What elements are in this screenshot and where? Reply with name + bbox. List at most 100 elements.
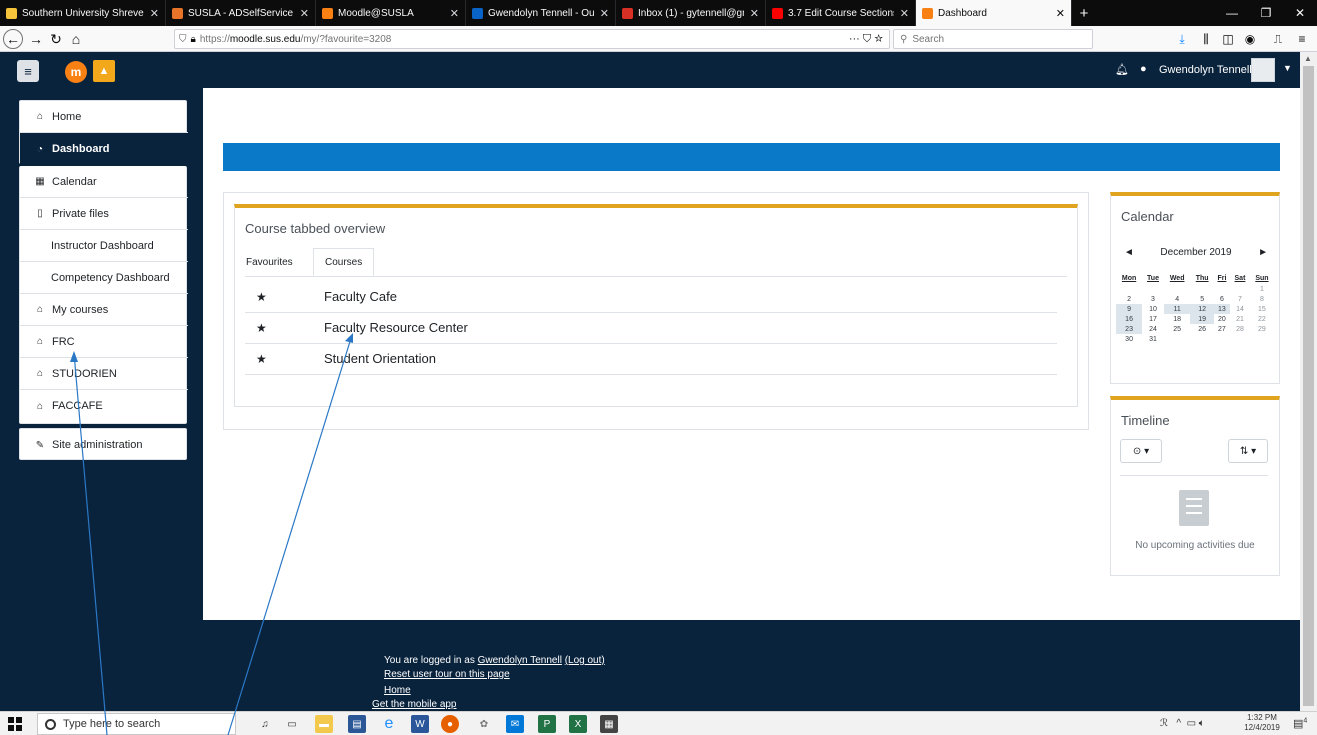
tab-favourites[interactable]: Favourites	[246, 248, 293, 276]
sidebar-item-competency-dashboard[interactable]: Competency Dashboard	[20, 262, 188, 294]
scroll-up-icon[interactable]: ▲	[1304, 54, 1312, 63]
star-icon[interactable]: ★	[256, 352, 267, 366]
close-icon[interactable]: ✕	[900, 7, 909, 20]
calendar-day[interactable]: 27	[1214, 324, 1230, 334]
user-name[interactable]: Gwendolyn Tennell	[1159, 64, 1252, 76]
drawer-toggle-button[interactable]: ≡	[17, 60, 39, 82]
firefox-icon[interactable]: ●	[441, 715, 459, 733]
task-view-icon[interactable]: ▭	[283, 715, 301, 733]
calendar-day[interactable]: 9	[1116, 304, 1143, 314]
page-scrollbar[interactable]: ▲	[1300, 52, 1317, 711]
url-bar[interactable]: ⛉ 🔒︎ https://moodle.sus.edu/my/?favourit…	[174, 29, 890, 49]
library-icon[interactable]: ⫼	[1196, 29, 1216, 49]
menu-icon[interactable]: ≡	[1292, 29, 1312, 49]
close-icon[interactable]: ✕	[300, 7, 309, 20]
minimize-icon[interactable]: —	[1215, 0, 1249, 26]
restore-icon[interactable]: ❐	[1249, 0, 1283, 26]
calendar-day[interactable]: 20	[1214, 314, 1230, 324]
account-icon[interactable]: ◉	[1240, 29, 1260, 49]
calculator-icon[interactable]: ▦	[600, 715, 618, 733]
browser-tab[interactable]: Moodle@SUSLA ✕	[316, 0, 466, 26]
excel-icon[interactable]: X	[569, 715, 587, 733]
browser-tab[interactable]: Gwendolyn Tennell - Outlook – ✕	[466, 0, 616, 26]
mobile-app-link[interactable]: Get the mobile app	[372, 699, 457, 710]
calendar-day[interactable]: 18	[1164, 314, 1191, 324]
avatar[interactable]	[1251, 58, 1275, 82]
sidebar-item-home[interactable]: ⌂ Home	[20, 101, 188, 133]
file-explorer-icon[interactable]: ▬	[315, 715, 333, 733]
calendar-day[interactable]: 23	[1116, 324, 1143, 334]
timeline-filter-button[interactable]: ⊙ ▾	[1120, 439, 1162, 463]
close-icon[interactable]: ✕	[450, 7, 459, 20]
calendar-day[interactable]: 14	[1230, 304, 1250, 314]
sidebar-item-instructor-dashboard[interactable]: Instructor Dashboard	[20, 230, 188, 262]
calendar-day[interactable]: 24	[1142, 324, 1164, 334]
browser-search-input[interactable]: ⚲ Search	[893, 29, 1093, 49]
chat-icon[interactable]: ●	[1140, 63, 1147, 75]
page-actions-icon[interactable]: ··· ⛉ ☆	[849, 33, 883, 46]
calendar-day[interactable]: 6	[1214, 294, 1230, 304]
footer-home-link[interactable]: Home	[384, 685, 411, 696]
browser-tab[interactable]: 3.7 Edit Course Sections - YouT ✕	[766, 0, 916, 26]
course-link[interactable]: Student Orientation	[324, 351, 436, 366]
star-icon[interactable]: ★	[256, 321, 267, 335]
reset-tour-link[interactable]: Reset user tour on this page	[384, 669, 510, 680]
calendar-day[interactable]: 10	[1142, 304, 1164, 314]
site-logo-icon[interactable]: ▲	[93, 60, 115, 82]
sidebar-item-studorien[interactable]: ⌂ STUDORIEN	[20, 358, 188, 390]
star-icon[interactable]: ★	[256, 290, 267, 304]
word-icon[interactable]: W	[411, 715, 429, 733]
close-icon[interactable]: ✕	[1056, 7, 1065, 20]
course-row[interactable]: ★ Student Orientation	[245, 344, 1057, 375]
calendar-day[interactable]: 21	[1230, 314, 1250, 324]
sidebar-item-frc[interactable]: ⌂ FRC	[20, 326, 188, 358]
close-icon[interactable]: ✕	[150, 7, 159, 20]
gift-icon[interactable]: ⎍	[1268, 29, 1288, 49]
new-tab-button[interactable]: +	[1072, 0, 1096, 26]
calendar-day[interactable]: 22	[1250, 314, 1274, 324]
browser-tab-active[interactable]: Dashboard ✕	[916, 0, 1072, 26]
back-arrow-icon[interactable]: ←	[3, 29, 23, 49]
home-icon[interactable]: ⌂	[66, 29, 86, 49]
sidebar-item-faccafe[interactable]: ⌂ FACCAFE	[20, 390, 188, 422]
system-tray-icons[interactable]: ℛ ^ ▭ 🔈︎	[1160, 718, 1205, 729]
windows-start-icon[interactable]	[8, 717, 22, 731]
user-profile-link[interactable]: Gwendolyn Tennell	[478, 655, 562, 666]
browser-tab[interactable]: Southern University Shrevepor ✕	[0, 0, 166, 26]
calendar-day[interactable]: 16	[1116, 314, 1143, 324]
logout-link[interactable]: (Log out)	[565, 655, 605, 666]
forward-arrow-icon[interactable]: →	[26, 29, 46, 49]
sidebar-item-site-administration[interactable]: ✎ Site administration	[20, 429, 188, 461]
moodle-logo-icon[interactable]: m	[65, 61, 87, 83]
calendar-day[interactable]: 4	[1164, 294, 1191, 304]
taskbar-clock[interactable]: 1:32 PM 12/4/2019	[1240, 713, 1284, 733]
course-row[interactable]: ★ Faculty Resource Center	[245, 313, 1057, 344]
browser-tab[interactable]: Inbox (1) - gytennell@gmail.co ✕	[616, 0, 766, 26]
close-icon[interactable]: ✕	[600, 7, 609, 20]
sidebar-toggle-icon[interactable]: ◫	[1218, 29, 1238, 49]
calendar-day[interactable]: 11	[1163, 304, 1191, 314]
notification-icon[interactable]: ▤4	[1293, 717, 1307, 730]
calendar-day[interactable]: 1	[1250, 284, 1274, 294]
sidebar-item-my-courses[interactable]: ⌂ My courses	[20, 294, 188, 326]
download-icon[interactable]: ⤓	[1172, 29, 1192, 49]
calendar-day[interactable]: 25	[1164, 324, 1191, 334]
microphone-icon[interactable]: ♫	[256, 715, 274, 733]
chevron-down-icon[interactable]: ▼	[1283, 63, 1292, 73]
calendar-day[interactable]: 17	[1142, 314, 1164, 324]
calendar-day[interactable]: 19	[1190, 314, 1214, 324]
scrollbar-thumb[interactable]	[1303, 66, 1314, 706]
timeline-sort-button[interactable]: ⇅ ▾	[1228, 439, 1268, 463]
browser-tab[interactable]: SUSLA - ADSelfService Plus ✕	[166, 0, 316, 26]
store-icon[interactable]: ▤	[348, 715, 366, 733]
calendar-day[interactable]: 29	[1250, 324, 1274, 334]
calendar-day[interactable]: 12	[1190, 304, 1214, 314]
next-month-icon[interactable]: ►	[1258, 247, 1268, 258]
calendar-day[interactable]: 3	[1142, 294, 1164, 304]
bell-icon[interactable]: 🔔︎	[1115, 63, 1129, 76]
calendar-day[interactable]: 15	[1250, 304, 1274, 314]
sidebar-item-calendar[interactable]: ▦ Calendar	[20, 166, 188, 198]
taskbar-search-input[interactable]: Type here to search	[37, 713, 236, 735]
edge-icon[interactable]: e	[380, 715, 398, 733]
calendar-day[interactable]: 7	[1230, 294, 1250, 304]
